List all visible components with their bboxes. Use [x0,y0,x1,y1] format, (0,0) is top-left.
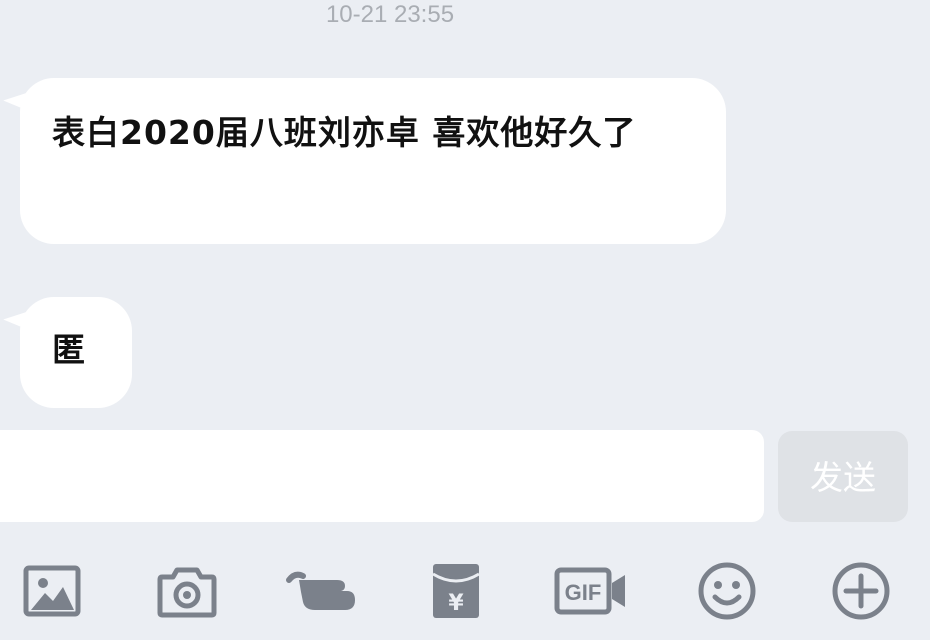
message-bubble[interactable]: 匿 [3,297,132,408]
emoji-icon[interactable] [692,556,762,626]
red-packet-symbol: ¥ [448,591,464,616]
message-input[interactable] [0,430,764,522]
send-button[interactable]: 发送 [778,431,908,522]
red-packet-icon[interactable]: ¥ [421,556,491,626]
bubble-tail [3,311,35,341]
gif-icon[interactable]: GIF [553,556,629,626]
message-timestamp: 10-21 23:55 [325,1,455,28]
input-toolbar: ¥ GIF [0,540,930,640]
chat-screen: 10-21 23:55 表白2020届八班刘亦卓 喜欢他好久了 匿 发送 ¥ G… [0,0,930,640]
message-text: 表白2020届八班刘亦卓 喜欢他好久了 [52,113,637,152]
image-icon[interactable] [17,556,87,626]
bubble-tail [3,92,35,122]
message-bubble[interactable]: 表白2020届八班刘亦卓 喜欢他好久了 [3,78,726,244]
poke-icon[interactable] [285,556,361,626]
plus-icon[interactable] [826,556,896,626]
message-text: 匿 [52,330,85,369]
camera-icon[interactable] [152,556,222,626]
gif-label: GIF [565,580,602,605]
